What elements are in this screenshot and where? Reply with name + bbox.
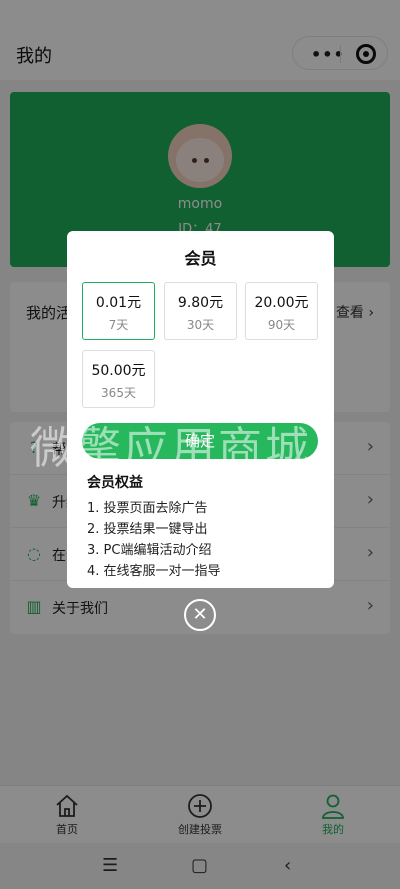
plan-duration: 365天 [101,386,136,400]
plan-option-30-days[interactable]: 9.80元 30天 [164,282,237,340]
plan-option-7-days[interactable]: 0.01元 7天 [82,282,155,340]
plan-price: 0.01元 [95,295,142,311]
benefit-item: 4. 在线客服一对一指导 [87,564,221,579]
plan-duration: 30天 [186,318,215,332]
plan-price: 20.00元 [254,295,309,311]
benefit-item: 2. 投票结果一键导出 [87,522,208,537]
benefit-item: 1. 投票页面去除广告 [87,501,208,516]
close-circle-icon[interactable]: ✕ [184,599,216,631]
plan-price: 50.00元 [91,363,146,379]
plan-option-90-days[interactable]: 20.00元 90天 [245,282,318,340]
benefit-item: 3. PC端编辑活动介绍 [87,543,212,558]
watermark-text: 微擎应用商城 [30,423,312,474]
plan-price: 9.80元 [177,295,224,311]
membership-modal: 会员 0.01元 7天 9.80元 30天 20.00元 90天 50.00元 … [67,231,334,588]
plan-duration: 90天 [267,318,296,332]
modal-title: 会员 [184,249,217,268]
plan-duration: 7天 [108,318,129,332]
plan-option-365-days[interactable]: 50.00元 365天 [82,350,155,408]
